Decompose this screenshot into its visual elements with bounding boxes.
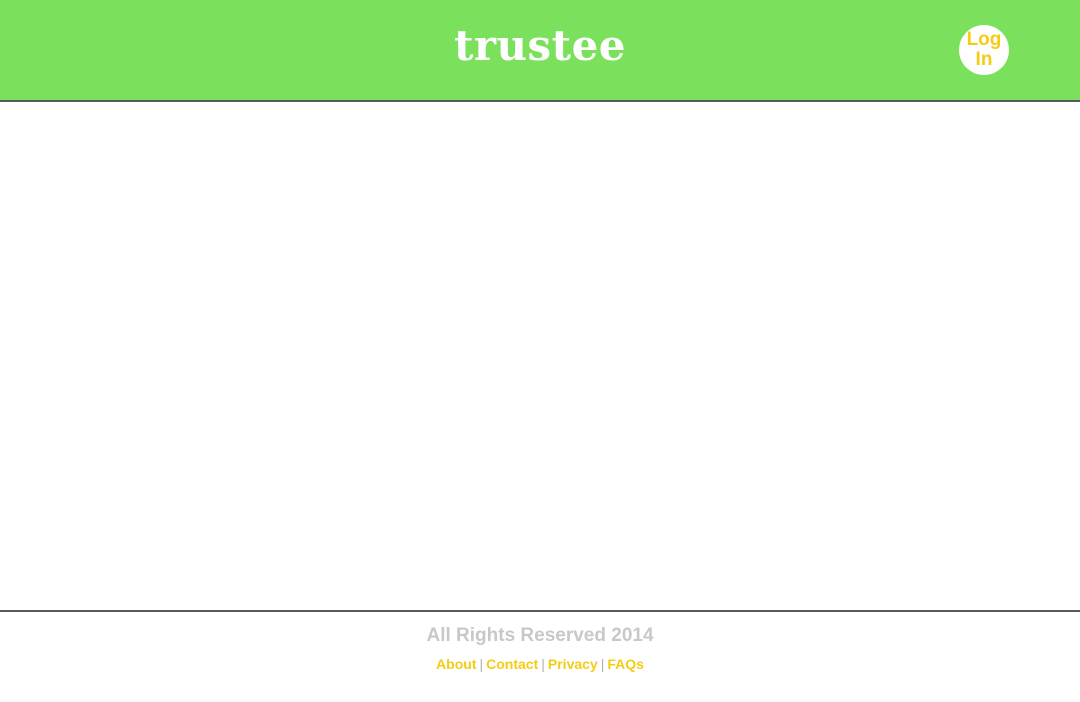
login-button[interactable]: Log In bbox=[959, 25, 1009, 75]
footer-link-about[interactable]: About bbox=[436, 656, 476, 672]
login-button-label: Log In bbox=[966, 29, 1002, 70]
site-header: trustee Log In bbox=[0, 0, 1080, 102]
footer-separator: | bbox=[541, 656, 545, 672]
footer-link-privacy[interactable]: Privacy bbox=[548, 656, 598, 672]
footer-link-contact[interactable]: Contact bbox=[486, 656, 538, 672]
main-content bbox=[0, 102, 1080, 610]
footer-link-faqs[interactable]: FAQs bbox=[607, 656, 644, 672]
footer-separator: | bbox=[600, 656, 605, 672]
footer-links: About | Contact | Privacy | FAQs bbox=[0, 655, 1080, 673]
footer-separator: | bbox=[479, 656, 484, 672]
brand-logo[interactable]: trustee bbox=[0, 20, 1080, 72]
site-footer: All Rights Reserved 2014 About | Contact | P… bbox=[0, 610, 1080, 702]
copyright-text: All Rights Reserved 2014 bbox=[426, 625, 654, 646]
